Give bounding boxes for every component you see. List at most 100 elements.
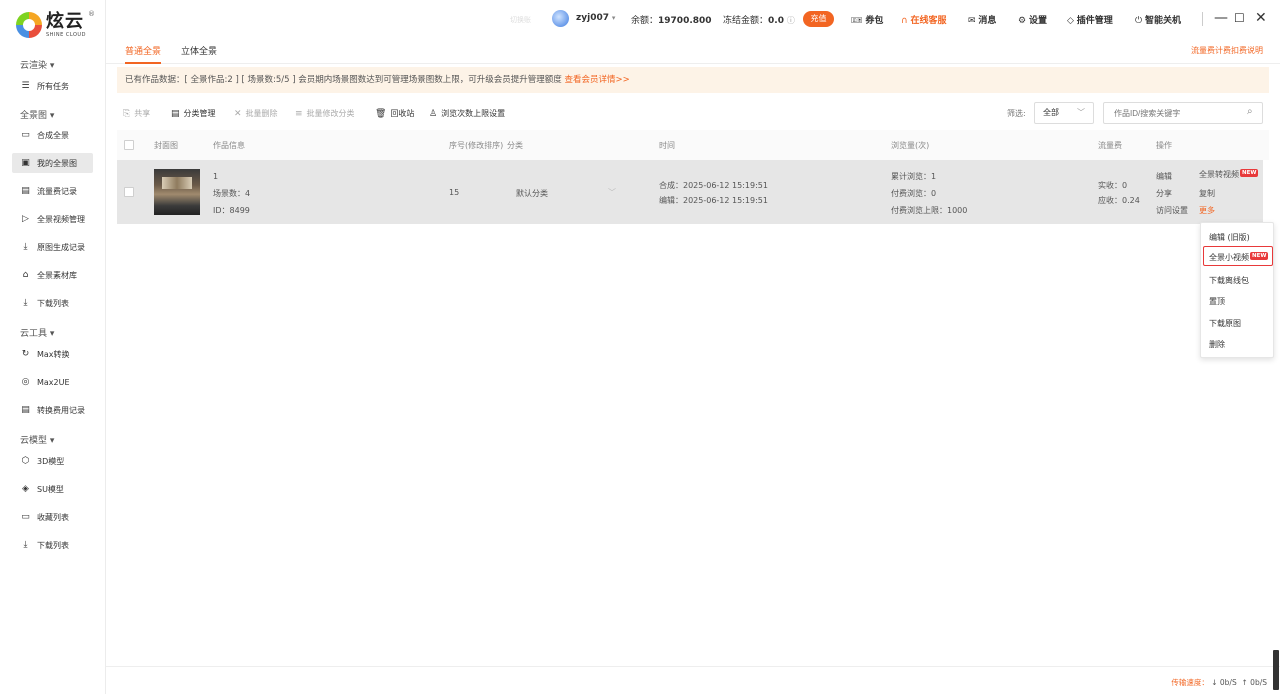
top-bar: 切换账 zyj007 ▾ 余额：19700.800 冻结金额：0.0 ⓘ 充值 … bbox=[0, 0, 1280, 38]
tab-stereo-panorama[interactable]: 立体全景 bbox=[181, 44, 217, 62]
sidebar-group-cloud-models[interactable]: 云模型 ▾ bbox=[20, 433, 54, 446]
library-icon: ⌂ bbox=[22, 270, 29, 280]
sidebar-item-model-download-list[interactable]: ⤓ 下载列表 bbox=[12, 535, 93, 555]
sidebar-item-3d-models[interactable]: ⬡ 3D模型 bbox=[12, 451, 93, 471]
sidebar-item-compose-panorama[interactable]: ▭ 合成全景 bbox=[12, 125, 93, 145]
col-views: 浏览量(次) bbox=[891, 141, 930, 150]
sidebar-item-download-list[interactable]: ⤓ 下载列表 bbox=[12, 293, 93, 313]
support-button[interactable]: ∩ 在线客服 bbox=[901, 13, 946, 26]
sidebar-group-cloud-tools[interactable]: 云工具 ▾ bbox=[20, 326, 54, 339]
shutdown-button[interactable]: ⏻ 智能关机 bbox=[1135, 13, 1181, 26]
table-header: 封面图 作品信息 序号(修改排序) 分类 时间 浏览量(次) 流量费 操作 bbox=[117, 130, 1269, 160]
divider bbox=[1202, 12, 1203, 26]
menu-item-download-original[interactable]: 下载原图 bbox=[1209, 318, 1241, 329]
sidebar-item-convert-fee-records[interactable]: ▤ 转换费用记录 bbox=[12, 400, 93, 420]
share-button[interactable]: ⎘ 共享 bbox=[123, 108, 150, 119]
cover-thumbnail[interactable] bbox=[154, 169, 200, 215]
recharge-button[interactable]: 充值 bbox=[803, 11, 834, 27]
sidebar-item-all-tasks[interactable]: ☰ 所有任务 bbox=[12, 76, 93, 96]
chevron-down-icon: ▾ bbox=[611, 14, 616, 22]
minimize-icon[interactable]: — bbox=[1214, 10, 1228, 26]
col-ops: 操作 bbox=[1156, 141, 1172, 150]
menu-item-edit-legacy[interactable]: 编辑 (旧版) bbox=[1209, 232, 1250, 243]
plugin-icon: ◇ bbox=[1067, 16, 1074, 26]
edited-time: 编辑：2025-06-12 15:19:51 bbox=[659, 196, 768, 205]
switch-account-link[interactable]: 切换账 bbox=[510, 15, 531, 25]
sidebar-group-panorama[interactable]: 全景图 ▾ bbox=[20, 108, 54, 121]
menu-item-mini-video[interactable]: 全景小视频 NEW bbox=[1209, 252, 1269, 263]
category-value[interactable]: 默认分类 bbox=[516, 188, 548, 199]
username-menu[interactable]: zyj007 ▾ bbox=[576, 13, 615, 23]
order-value[interactable]: 15 bbox=[449, 188, 459, 197]
filter-label: 筛选: bbox=[1007, 109, 1026, 118]
search-icon[interactable]: ⌕ bbox=[1247, 106, 1253, 117]
paid-view-limit: 付费浏览上限：1000 bbox=[891, 206, 968, 215]
frozen-amount: 冻结金额：0.0 ⓘ bbox=[723, 16, 795, 26]
sidebar-item-max-convert[interactable]: ↻ Max转换 bbox=[12, 344, 93, 364]
sidebar-item-video-management[interactable]: ▷ 全景视频管理 bbox=[12, 209, 93, 229]
category-icon: ▤ bbox=[171, 108, 180, 119]
sidebar-item-traffic-records[interactable]: ▤ 流量费记录 bbox=[12, 181, 93, 201]
search-input[interactable] bbox=[1103, 102, 1263, 124]
plugins-button[interactable]: ◇ 插件管理 bbox=[1067, 13, 1113, 26]
avatar[interactable] bbox=[552, 10, 569, 27]
help-icon[interactable]: ⓘ bbox=[787, 16, 795, 25]
recycle-bin-button[interactable]: 🗑︎ 回收站 bbox=[375, 108, 414, 119]
download-icon: ⤓ bbox=[23, 540, 28, 550]
sidebar-group-cloud-render[interactable]: 云渲染 ▾ bbox=[20, 58, 54, 71]
convert-icon: ↻ bbox=[21, 349, 30, 359]
maximize-icon[interactable]: ☐ bbox=[1234, 11, 1245, 25]
new-badge: NEW bbox=[1250, 252, 1269, 260]
tab-normal-panorama[interactable]: 普通全景 bbox=[125, 44, 162, 64]
more-link[interactable]: 更多 bbox=[1199, 205, 1215, 216]
work-id: ID：8499 bbox=[213, 206, 250, 215]
col-info: 作品信息 bbox=[213, 141, 245, 150]
col-cover: 封面图 bbox=[154, 141, 178, 150]
sidebar-item-max2ue[interactable]: ◎ Max2UE bbox=[12, 372, 93, 392]
share-link[interactable]: 分享 bbox=[1156, 188, 1172, 199]
menu-item-delete[interactable]: 删除 bbox=[1209, 339, 1225, 350]
view-limit-button[interactable]: ♙ 浏览次数上限设置 bbox=[429, 108, 505, 119]
power-icon: ⏻ bbox=[1135, 16, 1143, 26]
copy-link[interactable]: 复制 bbox=[1199, 188, 1215, 199]
coupon-icon: 🎫︎ bbox=[851, 16, 863, 26]
total-views: 累计浏览：1 bbox=[891, 172, 937, 181]
close-icon[interactable]: ✕ bbox=[1255, 10, 1267, 26]
gear-icon: ⚙ bbox=[1018, 16, 1027, 26]
sidebar-item-my-panoramas[interactable]: ▣ 我的全景图 bbox=[12, 153, 93, 173]
batch-delete-button[interactable]: ✕ 批量删除 bbox=[234, 108, 278, 119]
sidebar-item-su-models[interactable]: ◈ SU模型 bbox=[12, 479, 93, 499]
app-window: 炫云 SHINE CLOUD ® 云渲染 ▾ ☰ 所有任务 全景图 ▾ ▭ 合成全景… bbox=[0, 0, 1280, 694]
menu-item-pin-top[interactable]: 置顶 bbox=[1209, 296, 1225, 307]
fee-explanation-link[interactable]: 流量费计费扣费说明 bbox=[1191, 45, 1263, 56]
menu-item-download-offline[interactable]: 下载离线包 bbox=[1209, 275, 1249, 286]
edit-link[interactable]: 编辑 bbox=[1156, 171, 1172, 182]
settings-button[interactable]: ⚙ 设置 bbox=[1018, 13, 1047, 26]
select-all-checkbox[interactable] bbox=[124, 140, 134, 150]
messages-button[interactable]: ✉ 消息 bbox=[968, 13, 996, 26]
max2ue-icon: ◎ bbox=[21, 377, 30, 387]
filter-select[interactable]: 全部 ﹀ bbox=[1034, 102, 1094, 124]
panorama-icon: ▭ bbox=[21, 130, 30, 140]
coupon-button[interactable]: 🎫︎ 券包 bbox=[851, 13, 883, 26]
headset-icon: ∩ bbox=[901, 16, 908, 26]
to-video-link[interactable]: 全景转视频 NEW bbox=[1199, 169, 1259, 180]
sidebar-item-favorites[interactable]: ▭ 收藏列表 bbox=[12, 507, 93, 527]
box-icon: ▭ bbox=[21, 512, 30, 522]
col-order: 序号(修改排序) bbox=[449, 141, 504, 150]
scene-count: 场景数：4 bbox=[213, 189, 251, 198]
batch-category-button[interactable]: ≡ 批量修改分类 bbox=[295, 108, 355, 119]
upload-speed: ↑ 0b/S bbox=[1241, 678, 1268, 687]
sidebar-item-original-records[interactable]: ⤓ 原图生成记录 bbox=[12, 237, 93, 257]
category-manage-button[interactable]: ▤ 分类管理 bbox=[171, 108, 216, 119]
row-checkbox[interactable] bbox=[124, 187, 134, 197]
table-row[interactable]: 1 场景数：4 ID：8499 15 默认分类 ﹀ 合成：2025-06-12 … bbox=[117, 160, 1263, 224]
doc-icon: ▤ bbox=[21, 405, 30, 415]
member-details-link[interactable]: 查看会员详情>> bbox=[565, 75, 630, 85]
chevron-down-icon[interactable]: ﹀ bbox=[608, 187, 616, 198]
sidebar-item-material-library[interactable]: ⌂ 全景素材库 bbox=[12, 265, 93, 285]
mail-icon: ✉ bbox=[968, 16, 976, 26]
access-settings-link[interactable]: 访问设置 bbox=[1156, 205, 1188, 216]
balance: 余额：19700.800 bbox=[631, 16, 712, 26]
side-handle[interactable] bbox=[1273, 650, 1279, 690]
